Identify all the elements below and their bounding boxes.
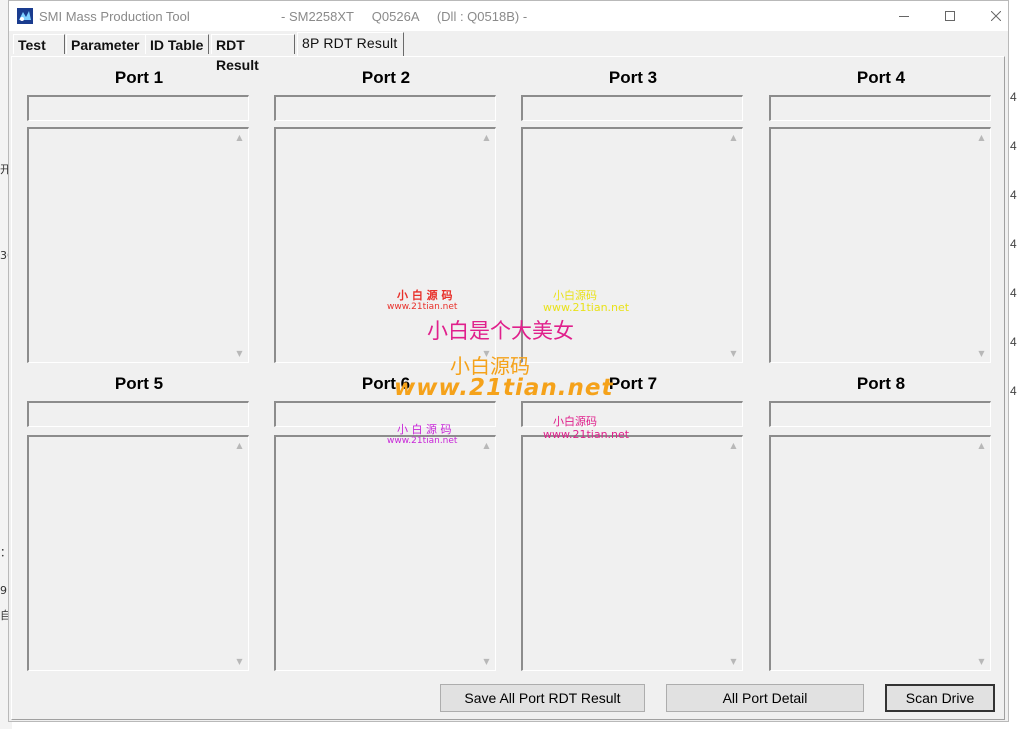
port-5-status [27, 401, 249, 427]
port-3-log[interactable]: ▲ ▼ [521, 127, 743, 363]
port-2-status [274, 95, 496, 121]
scroll-down-icon[interactable]: ▼ [977, 349, 986, 358]
all-port-detail-button[interactable]: All Port Detail [666, 684, 864, 712]
main-window: SMI Mass Production Tool - SM2258XT Q052… [8, 0, 1009, 722]
tab-rdt-result[interactable]: RDT Result [211, 34, 295, 73]
port-1-status [27, 95, 249, 121]
port-1-title: Port 1 [114, 68, 164, 87]
scroll-down-icon[interactable]: ▼ [482, 657, 491, 666]
tab-parameter[interactable]: Parameter [66, 34, 146, 54]
port-6-status [274, 401, 496, 427]
scrollbar[interactable]: ▲ ▼ [478, 129, 495, 362]
background-text: 4 [1010, 188, 1017, 202]
scroll-down-icon[interactable]: ▼ [235, 349, 244, 358]
scroll-up-icon[interactable]: ▲ [977, 441, 986, 450]
port-8-title: Port 8 [856, 374, 906, 393]
scrollbar[interactable]: ▲ ▼ [725, 437, 742, 670]
background-text: 4 [1010, 139, 1017, 153]
scroll-up-icon[interactable]: ▲ [235, 441, 244, 450]
port-3-status [521, 95, 743, 121]
background-window-right [1009, 0, 1018, 729]
tab-8p-rdt-result[interactable]: 8P RDT Result [297, 32, 404, 56]
scroll-down-icon[interactable]: ▼ [729, 657, 738, 666]
port-4-title: Port 4 [856, 68, 906, 87]
close-icon [991, 11, 1001, 21]
background-text: 4 [1010, 286, 1017, 300]
minimize-icon [899, 16, 909, 17]
port-4-status [769, 95, 991, 121]
scroll-up-icon[interactable]: ▲ [729, 133, 738, 142]
minimize-button[interactable] [881, 1, 927, 31]
port-3-title: Port 3 [608, 68, 658, 87]
title-bar[interactable]: SMI Mass Production Tool - SM2258XT Q052… [9, 1, 1008, 31]
window-title: SMI Mass Production Tool [39, 9, 190, 24]
scrollbar[interactable]: ▲ ▼ [231, 437, 248, 670]
app-icon [17, 8, 33, 24]
port-5-title: Port 5 [114, 374, 164, 393]
port-2-title: Port 2 [361, 68, 411, 87]
tab-test[interactable]: Test [13, 34, 65, 54]
scrollbar[interactable]: ▲ ▼ [973, 129, 990, 362]
maximize-icon [945, 11, 955, 21]
maximize-button[interactable] [927, 1, 973, 31]
port-6-log[interactable]: ▲ ▼ [274, 435, 496, 671]
port-7-status [521, 401, 743, 427]
close-button[interactable] [973, 1, 1018, 31]
port-5-log[interactable]: ▲ ▼ [27, 435, 249, 671]
scroll-up-icon[interactable]: ▲ [482, 133, 491, 142]
tab-id-table[interactable]: ID Table [145, 34, 209, 54]
scroll-down-icon[interactable]: ▼ [235, 657, 244, 666]
scroll-up-icon[interactable]: ▲ [235, 133, 244, 142]
scroll-up-icon[interactable]: ▲ [482, 441, 491, 450]
port-8-log[interactable]: ▲ ▼ [769, 435, 991, 671]
port-8-status [769, 401, 991, 427]
scroll-up-icon[interactable]: ▲ [977, 133, 986, 142]
port-7-log[interactable]: ▲ ▼ [521, 435, 743, 671]
chip-info: - SM2258XT Q0526A (Dll : Q0518B) - [281, 9, 528, 24]
port-2-log[interactable]: ▲ ▼ [274, 127, 496, 363]
port-1-log[interactable]: ▲ ▼ [27, 127, 249, 363]
scroll-down-icon[interactable]: ▼ [482, 349, 491, 358]
scrollbar[interactable]: ▲ ▼ [478, 437, 495, 670]
scroll-up-icon[interactable]: ▲ [729, 441, 738, 450]
background-text: 4 [1010, 384, 1017, 398]
save-all-port-rdt-result-button[interactable]: Save All Port RDT Result [440, 684, 645, 712]
scrollbar[interactable]: ▲ ▼ [725, 129, 742, 362]
port-7-title: Port 7 [608, 374, 658, 393]
background-text: 4 [1010, 237, 1017, 251]
port-6-title: Port 6 [361, 374, 411, 393]
scroll-down-icon[interactable]: ▼ [729, 349, 738, 358]
scan-drive-button[interactable]: Scan Drive [885, 684, 995, 712]
background-text: 4 [1010, 335, 1017, 349]
scrollbar[interactable]: ▲ ▼ [231, 129, 248, 362]
scroll-down-icon[interactable]: ▼ [977, 657, 986, 666]
scrollbar[interactable]: ▲ ▼ [973, 437, 990, 670]
background-text: 4 [1010, 90, 1017, 104]
port-4-log[interactable]: ▲ ▼ [769, 127, 991, 363]
